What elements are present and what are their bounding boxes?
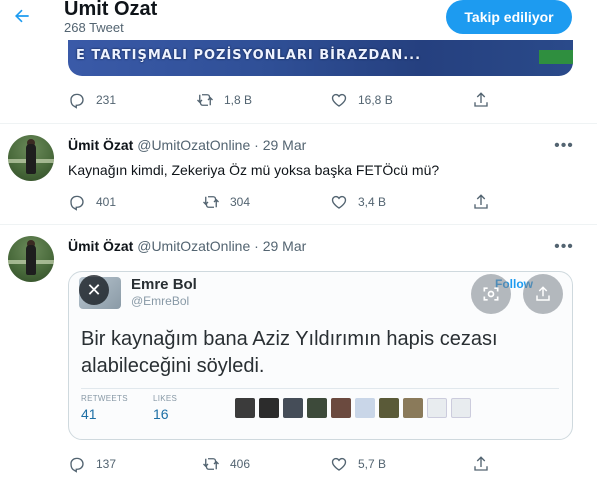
image-search-icon[interactable] bbox=[471, 274, 511, 314]
author-handle[interactable]: @UmitOzatOnline bbox=[137, 137, 250, 153]
tweet-count: 268 Tweet bbox=[64, 20, 124, 35]
heart-icon bbox=[331, 457, 347, 471]
profile-header: Ümit Özat 268 Tweet Takip ediliyor bbox=[0, 0, 597, 40]
share-icon bbox=[474, 456, 488, 471]
liker-avatar bbox=[355, 398, 375, 418]
profile-name: Ümit Özat bbox=[64, 0, 158, 20]
liker-avatar bbox=[235, 398, 255, 418]
retweet-button[interactable]: 1,8 B bbox=[196, 91, 252, 109]
retweet-button[interactable]: 406 bbox=[202, 455, 250, 473]
embedded-author-handle: @EmreBol bbox=[131, 294, 190, 308]
tweet-header: Ümit Özat @UmitOzatOnline · 29 Mar bbox=[68, 238, 306, 254]
liker-avatar bbox=[283, 398, 303, 418]
video-thumbnail[interactable]: E TARTIŞMALI POZİSYONLARI BİRAZDAN... bbox=[68, 40, 573, 76]
embedded-tweet-text: Bir kaynağım bana Aziz Yıldırımın hapis … bbox=[81, 328, 498, 377]
reply-button[interactable]: 137 bbox=[68, 455, 116, 473]
heart-icon bbox=[331, 93, 347, 107]
share-button[interactable] bbox=[472, 455, 490, 473]
divider bbox=[0, 224, 597, 225]
liker-avatar bbox=[259, 398, 279, 418]
retweets-value: 41 bbox=[81, 406, 97, 422]
like-count: 16,8 B bbox=[358, 93, 393, 107]
like-button[interactable]: 16,8 B bbox=[330, 91, 393, 109]
share-icon bbox=[474, 92, 488, 107]
more-icon[interactable]: ••• bbox=[552, 238, 576, 255]
tweet-actions: 401 304 3,4 B bbox=[68, 193, 498, 213]
reply-count: 231 bbox=[96, 93, 117, 107]
liker-avatar bbox=[403, 398, 423, 418]
video-logo bbox=[539, 50, 573, 64]
heart-icon bbox=[331, 195, 347, 209]
retweet-icon bbox=[203, 196, 219, 208]
reply-icon bbox=[70, 93, 84, 109]
retweets-label: RETWEETS bbox=[81, 394, 128, 403]
avatar[interactable] bbox=[8, 135, 54, 181]
likes-label: LIKES bbox=[153, 394, 178, 403]
liker-avatar bbox=[379, 398, 399, 418]
share-icon bbox=[474, 194, 488, 209]
tweet-actions: 137 406 5,7 B bbox=[68, 455, 498, 475]
close-icon[interactable]: ✕ bbox=[79, 275, 109, 305]
tweet-header: Ümit Özat @UmitOzatOnline · 29 Mar bbox=[68, 137, 306, 153]
liker-avatar bbox=[307, 398, 327, 418]
tweet-date[interactable]: · 29 Mar bbox=[254, 238, 306, 254]
reply-button[interactable]: 401 bbox=[68, 193, 116, 211]
author-name[interactable]: Ümit Özat bbox=[68, 137, 133, 153]
author-name[interactable]: Ümit Özat bbox=[68, 238, 133, 254]
like-button[interactable]: 3,4 B bbox=[330, 193, 386, 211]
video-caption: E TARTIŞMALI POZİSYONLARI BİRAZDAN... bbox=[76, 48, 422, 63]
back-arrow-icon[interactable] bbox=[10, 4, 34, 28]
attached-image[interactable]: ✕ Emre Bol @EmreBol Follow Bir kaynağım … bbox=[68, 271, 573, 440]
share-icon[interactable] bbox=[523, 274, 563, 314]
embedded-author-name: Emre Bol bbox=[131, 276, 197, 293]
like-count: 3,4 B bbox=[358, 195, 387, 209]
divider bbox=[81, 388, 559, 389]
reply-count: 401 bbox=[96, 195, 117, 209]
divider bbox=[0, 123, 597, 124]
liker-avatar bbox=[451, 398, 471, 418]
reply-count: 137 bbox=[96, 457, 117, 471]
share-button[interactable] bbox=[472, 91, 490, 109]
reply-button[interactable]: 231 bbox=[68, 91, 116, 109]
reply-icon bbox=[70, 457, 84, 473]
share-button[interactable] bbox=[472, 193, 490, 211]
like-button[interactable]: 5,7 B bbox=[330, 455, 386, 473]
tweet-date[interactable]: · 29 Mar bbox=[254, 137, 306, 153]
retweet-count: 1,8 B bbox=[224, 93, 253, 107]
like-count: 5,7 B bbox=[358, 457, 387, 471]
tweet-actions: 231 1,8 B 16,8 B bbox=[68, 91, 498, 111]
author-handle[interactable]: @UmitOzatOnline bbox=[137, 238, 250, 254]
liker-avatar bbox=[427, 398, 447, 418]
retweet-count: 304 bbox=[230, 195, 251, 209]
likes-value: 16 bbox=[153, 406, 169, 422]
liker-avatars bbox=[235, 398, 471, 418]
retweet-icon bbox=[203, 458, 219, 470]
retweet-icon bbox=[197, 94, 213, 106]
following-button[interactable]: Takip ediliyor bbox=[446, 0, 572, 34]
liker-avatar bbox=[331, 398, 351, 418]
tweet-text: Kaynağın kimdi, Zekeriya Öz mü yoksa baş… bbox=[68, 162, 440, 178]
reply-icon bbox=[70, 195, 84, 211]
retweet-count: 406 bbox=[230, 457, 251, 471]
retweet-button[interactable]: 304 bbox=[202, 193, 250, 211]
more-icon[interactable]: ••• bbox=[552, 137, 576, 154]
avatar[interactable] bbox=[8, 236, 54, 282]
